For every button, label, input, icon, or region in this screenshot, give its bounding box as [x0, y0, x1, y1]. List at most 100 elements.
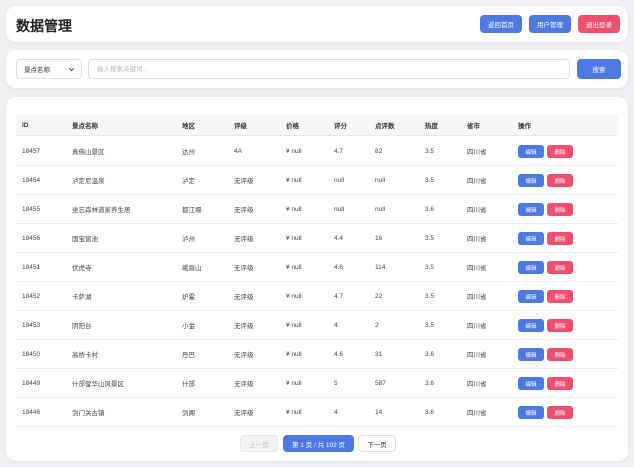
cell-reviews: 22	[375, 292, 383, 300]
cell-region: 达州	[182, 149, 195, 156]
column-header-name: 景点名称	[72, 123, 98, 130]
delete-button[interactable]: 删除	[547, 232, 573, 245]
cell-heat: 3.6	[425, 408, 435, 416]
column-header-actions: 操作	[518, 123, 531, 130]
edit-button[interactable]: 编辑	[518, 319, 544, 332]
delete-button[interactable]: 删除	[547, 290, 573, 303]
delete-button[interactable]: 删除	[547, 319, 573, 332]
search-button[interactable]: 搜索	[577, 59, 621, 79]
cell-heat: 3.5	[425, 263, 435, 271]
cell-name: 国宝窖池	[72, 236, 98, 243]
cell-reviews: 16	[375, 234, 383, 242]
cell-rating: 无评级	[234, 352, 254, 359]
search-bar: 景点名称 搜索	[6, 50, 628, 88]
edit-button[interactable]: 编辑	[518, 377, 544, 390]
cell-score: null	[334, 176, 345, 184]
cell-province: 四川省	[467, 236, 487, 243]
column-header-province: 省市	[467, 123, 480, 130]
cell-score: 4.7	[334, 292, 344, 300]
cell-reviews: 14	[375, 408, 383, 416]
cell-region: 峨眉山	[182, 265, 202, 272]
home-button[interactable]: 返回首页	[480, 15, 522, 33]
user-management-button[interactable]: 用户管理	[529, 15, 571, 33]
cell-reviews: 2	[375, 321, 379, 329]
delete-button[interactable]: 删除	[547, 203, 573, 216]
cell-name: 真佛山景区	[72, 149, 105, 156]
delete-button[interactable]: 删除	[547, 406, 573, 419]
delete-button[interactable]: 删除	[547, 348, 573, 361]
cell-price: ¥ null	[286, 205, 302, 213]
logout-button[interactable]: 退出登录	[578, 15, 620, 33]
column-header-price: 价格	[286, 123, 299, 130]
search-field-select-value: 景点名称	[24, 67, 50, 74]
delete-button[interactable]: 删除	[547, 174, 573, 187]
cell-region: 小金	[182, 323, 195, 330]
delete-button[interactable]: 删除	[547, 145, 573, 158]
table-row: 18452 卡萨湖 炉霍 无评级 ¥ null 4.7 22 3.5 四川省 编辑 删除	[16, 282, 618, 311]
cell-name: 高桥卡村	[72, 352, 98, 359]
cell-price: ¥ null	[286, 147, 302, 155]
cell-province: 四川省	[467, 323, 487, 330]
edit-button[interactable]: 编辑	[518, 203, 544, 216]
edit-button[interactable]: 编辑	[518, 174, 544, 187]
prev-page-button[interactable]: 上一页	[240, 435, 278, 452]
cell-rating: 4A	[234, 147, 242, 155]
table-row: 18451 伏虎寺 峨眉山 无评级 ¥ null 4.6 114 3.5 四川省 编辑 删除	[16, 253, 618, 282]
cell-region: 剑阁	[182, 410, 195, 417]
column-header-score: 评分	[334, 123, 347, 130]
cell-heat: 3.5	[425, 176, 435, 184]
cell-score: 4	[334, 321, 338, 329]
cell-province: 四川省	[467, 352, 487, 359]
delete-button[interactable]: 删除	[547, 261, 573, 274]
header-bar: 数据管理 返回首页 用户管理 退出登录	[6, 6, 628, 42]
cell-heat: 3.6	[425, 379, 435, 387]
cell-reviews: null	[375, 205, 386, 213]
cell-rating: 无评级	[234, 207, 254, 214]
delete-button[interactable]: 删除	[547, 377, 573, 390]
cell-region: 什邡	[182, 381, 195, 388]
cell-region: 都江堰	[182, 207, 202, 214]
cell-price: ¥ null	[286, 379, 302, 387]
table-row: 18455 坐忘森林道家养生居 都江堰 无评级 ¥ null null null 3.6 四川省…	[16, 195, 618, 224]
cell-heat: 3.5	[425, 292, 435, 300]
search-field-select[interactable]: 景点名称	[16, 59, 82, 79]
cell-id: 18456	[22, 234, 41, 242]
cell-score: 4.7	[334, 147, 344, 155]
edit-button[interactable]: 编辑	[518, 406, 544, 419]
cell-score: 4.6	[334, 350, 344, 358]
cell-region: 炉霍	[182, 294, 195, 301]
cell-id: 18457	[22, 147, 41, 155]
search-input[interactable]	[88, 59, 570, 79]
cell-region: 泸州	[182, 236, 195, 243]
edit-button[interactable]: 编辑	[518, 145, 544, 158]
cell-region: 丹巴	[182, 352, 195, 359]
column-header-heat: 热度	[425, 123, 438, 130]
cell-score: 4	[334, 408, 338, 416]
table-header: ID 景点名称 地区 评级 价格 评分 点评数 热度 省市 操作	[16, 115, 618, 136]
cell-score: 4.4	[334, 234, 344, 242]
page-title: 数据管理	[16, 18, 72, 34]
cell-name: 伏虎寺	[72, 265, 92, 272]
cell-reviews: 587	[375, 379, 386, 387]
cell-province: 四川省	[467, 410, 487, 417]
cell-rating: 无评级	[234, 236, 254, 243]
cell-rating: 无评级	[234, 381, 254, 388]
cell-name: 泸定尼温泉	[72, 178, 105, 185]
cell-reviews: null	[375, 176, 386, 184]
cell-price: ¥ null	[286, 321, 302, 329]
edit-button[interactable]: 编辑	[518, 261, 544, 274]
cell-rating: 无评级	[234, 294, 254, 301]
cell-heat: 3.6	[425, 350, 435, 358]
cell-heat: 3.5	[425, 147, 435, 155]
cell-province: 四川省	[467, 265, 487, 272]
edit-button[interactable]: 编辑	[518, 232, 544, 245]
cell-id: 18453	[22, 321, 41, 329]
cell-price: ¥ null	[286, 176, 302, 184]
cell-heat: 3.5	[425, 321, 435, 329]
column-header-reviews: 点评数	[375, 123, 395, 130]
next-page-button[interactable]: 下一页	[358, 435, 396, 452]
edit-button[interactable]: 编辑	[518, 290, 544, 303]
cell-price: ¥ null	[286, 263, 302, 271]
edit-button[interactable]: 编辑	[518, 348, 544, 361]
column-header-region: 地区	[182, 123, 195, 130]
